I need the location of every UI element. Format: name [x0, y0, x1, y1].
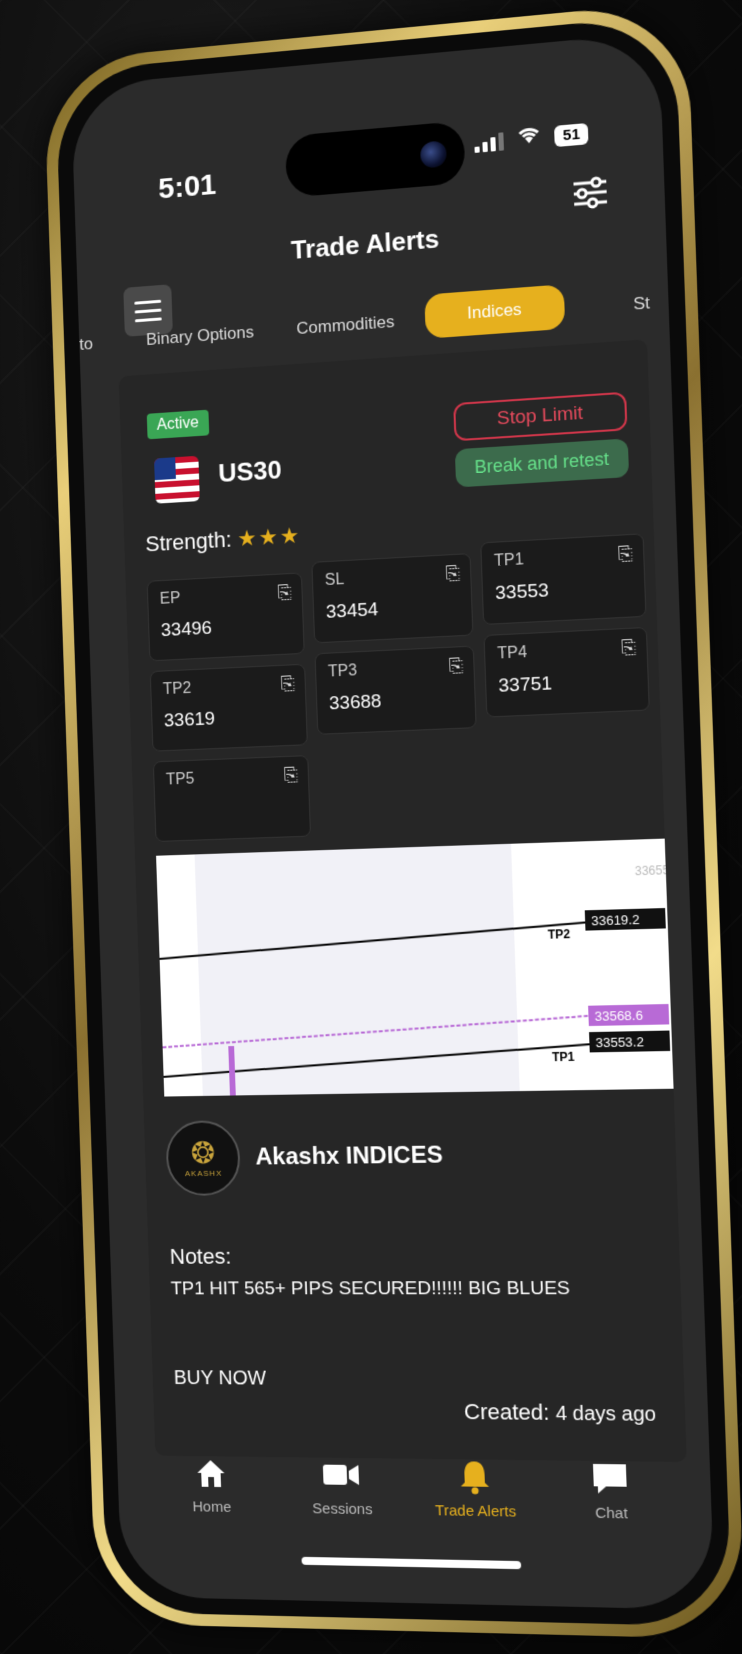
avatar: ❂ AKASHX [165, 1120, 242, 1196]
strength-label: Strength: [145, 526, 232, 557]
home-icon [196, 1459, 225, 1487]
copy-icon[interactable]: ⎘ [280, 673, 295, 694]
current-price: 33568.6 [594, 1007, 643, 1023]
camera-icon [419, 140, 447, 169]
video-icon [323, 1464, 360, 1485]
copy-icon[interactable]: ⎘ [621, 637, 637, 659]
level-tp4: TP4 33751 ⎘ [483, 626, 650, 718]
price-top-label: 33655.0 [635, 862, 674, 878]
tp2-price: 33619.2 [591, 912, 640, 929]
bottom-navigation: Home Sessions Trade Alerts Chat [116, 1430, 713, 1549]
trade-alert-card[interactable]: Active US30 Stop Limit Break and retest … [118, 339, 687, 1463]
notes-label: Notes: [169, 1243, 232, 1269]
app-screen: 5:01 51 Trade Alerts to Binary Options C… [70, 32, 715, 1611]
buy-now-label: BUY NOW [173, 1367, 267, 1390]
star-icon: ★★★ [236, 522, 302, 552]
provider-logo-icon: ❂ [190, 1136, 216, 1170]
copy-icon[interactable]: ⎘ [618, 543, 634, 565]
copy-icon[interactable]: ⎘ [449, 655, 464, 677]
nav-trade-alerts[interactable]: Trade Alerts [414, 1457, 537, 1520]
tp1-price: 33553.2 [595, 1034, 644, 1050]
level-sl: SL 33454 ⎘ [311, 553, 474, 644]
instrument-symbol: US30 [217, 454, 283, 489]
level-tp3: TP3 33688 ⎘ [314, 645, 477, 735]
tab-commodities[interactable]: Commodities [296, 312, 395, 339]
signal-icon [474, 130, 505, 153]
bell-icon [459, 1460, 489, 1494]
level-ep: EP 33496 ⎘ [146, 572, 305, 662]
copy-icon[interactable]: ⎘ [445, 563, 460, 585]
status-time: 5:01 [157, 168, 217, 206]
copy-icon[interactable]: ⎘ [284, 764, 299, 785]
nav-chat[interactable]: Chat [548, 1459, 674, 1523]
tab-indices[interactable]: Indices [424, 284, 566, 339]
copy-icon[interactable]: ⎘ [277, 582, 292, 604]
order-type-badge: Stop Limit [453, 391, 628, 442]
nav-home[interactable]: Home [152, 1454, 270, 1516]
chart-shaded-area [194, 843, 520, 1096]
home-indicator [301, 1556, 522, 1570]
level-tp2: TP2 33619 ⎘ [149, 663, 308, 752]
tab-binary-options[interactable]: Binary Options [146, 322, 254, 350]
price-chart[interactable]: 33655.0 33619.2 TP2 33568.6 33553.2 TP1 [156, 838, 674, 1097]
notes-text: TP1 HIT 565+ PIPS SECURED!!!!!! BIG BLUE… [170, 1278, 571, 1300]
signal-provider[interactable]: ❂ AKASHX Akashx INDICES [165, 1117, 444, 1196]
nav-sessions[interactable]: Sessions [282, 1456, 403, 1519]
chat-icon [593, 1463, 628, 1494]
phone-mockup: 5:01 51 Trade Alerts to Binary Options C… [43, 0, 742, 1640]
created-timestamp: Created: 4 days ago [463, 1398, 657, 1426]
tab-crypto[interactable]: to [79, 334, 93, 355]
us-flag-icon [154, 455, 200, 504]
level-tp5: TP5 ⎘ [152, 755, 312, 842]
phone-frame: 5:01 51 Trade Alerts to Binary Options C… [43, 0, 742, 1640]
status-badge: Active [146, 409, 209, 440]
level-tp1: TP1 33553 ⎘ [480, 533, 647, 625]
dynamic-island [284, 120, 466, 198]
status-bar: 5:01 51 [71, 32, 663, 205]
tp1-label: TP1 [552, 1049, 575, 1064]
page-title: Trade Alerts [290, 223, 440, 265]
hamburger-icon [134, 299, 162, 305]
wifi-icon [516, 124, 543, 152]
strategy-badge: Break and retest [454, 438, 630, 488]
sliders-icon [567, 169, 614, 217]
filter-button[interactable] [567, 169, 614, 217]
tab-stocks[interactable]: St [633, 293, 650, 315]
strength-rating: Strength: ★★★ [145, 523, 302, 558]
battery-icon: 51 [554, 122, 589, 147]
system-icons: 51 [474, 120, 589, 156]
tp2-label: TP2 [548, 927, 571, 942]
provider-name: Akashx INDICES [254, 1141, 444, 1171]
